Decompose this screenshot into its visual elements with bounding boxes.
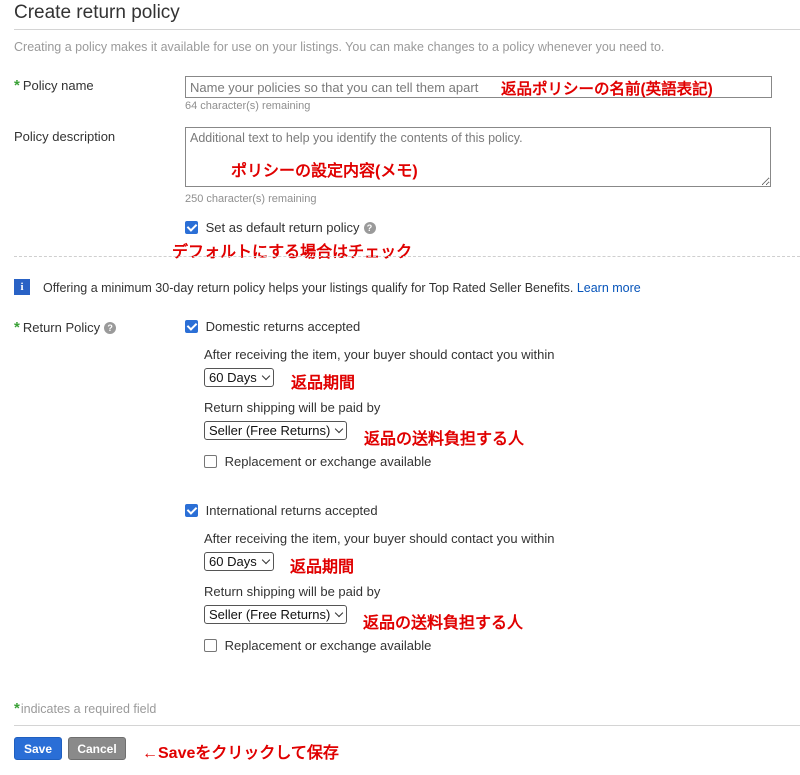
policy-description-annotation: ポリシーの設定内容(メモ) xyxy=(231,163,418,180)
policy-name-remaining: 64 character(s) remaining xyxy=(185,100,311,112)
international-returns-label: International returns accepted xyxy=(205,503,378,518)
policy-description-label: Policy description xyxy=(14,129,116,144)
domestic-replacement-checkbox[interactable] xyxy=(204,455,217,468)
save-button[interactable]: Save xyxy=(14,737,62,760)
question-circle-icon[interactable]: ? xyxy=(104,322,117,334)
international-returns-row[interactable]: International returns accepted xyxy=(185,503,378,518)
page-intro: Creating a policy makes it available for… xyxy=(14,40,665,54)
chevron-down-icon xyxy=(261,371,270,381)
international-days-annotation: 返品期間 xyxy=(290,559,355,576)
chevron-down-icon xyxy=(335,608,344,618)
international-shipping-value: Seller (Free Returns) xyxy=(209,607,331,622)
domestic-replacement-label: Replacement or exchange available xyxy=(224,454,432,469)
save-annotation: ←Saveをクリックして保存 xyxy=(142,745,339,762)
international-returns-checkbox[interactable] xyxy=(185,504,198,517)
info-banner: Offering a minimum 30-day return policy … xyxy=(43,281,641,295)
required-star: * xyxy=(14,77,20,94)
domestic-days-value: 60 Days xyxy=(209,370,257,385)
title-divider xyxy=(14,29,800,30)
international-replacement-row[interactable]: Replacement or exchange available xyxy=(204,638,431,653)
return-policy-label: Return Policy xyxy=(22,320,101,335)
domestic-shipping-select[interactable]: Seller (Free Returns) xyxy=(204,421,348,440)
international-replacement-label: Replacement or exchange available xyxy=(224,638,432,653)
domestic-contact-label: After receiving the item, your buyer sho… xyxy=(204,347,555,362)
domestic-shipping-annotation: 返品の送料負担する人 xyxy=(364,431,525,448)
info-banner-text: Offering a minimum 30-day return policy … xyxy=(43,281,577,295)
domestic-returns-row[interactable]: Domestic returns accepted xyxy=(185,319,360,334)
domestic-days-select[interactable]: 60 Days xyxy=(204,368,274,387)
required-star: * xyxy=(14,319,20,336)
international-shipping-label: Return shipping will be paid by xyxy=(204,584,381,599)
cancel-button[interactable]: Cancel xyxy=(68,737,126,760)
default-policy-row[interactable]: Set as default return policy? xyxy=(185,220,376,235)
international-shipping-annotation: 返品の送料負担する人 xyxy=(363,615,524,632)
policy-name-label-group: * Policy name xyxy=(14,77,94,94)
required-field-text: indicates a required field xyxy=(20,702,157,716)
chevron-down-icon xyxy=(335,424,344,434)
policy-description-remaining: 250 character(s) remaining xyxy=(185,193,317,205)
international-contact-label: After receiving the item, your buyer sho… xyxy=(204,531,555,546)
policy-name-label: Policy name xyxy=(22,78,94,93)
international-days-select[interactable]: 60 Days xyxy=(204,552,274,571)
domestic-days-annotation: 返品期間 xyxy=(291,375,356,392)
default-policy-checkbox[interactable] xyxy=(185,221,198,234)
default-policy-label: Set as default return policy xyxy=(205,220,360,235)
required-field-note: *indicates a required field xyxy=(14,700,156,717)
domestic-replacement-row[interactable]: Replacement or exchange available xyxy=(204,454,431,469)
required-star: * xyxy=(14,700,20,717)
international-replacement-checkbox[interactable] xyxy=(204,639,217,652)
return-policy-label-group: * Return Policy? xyxy=(14,319,117,336)
learn-more-link[interactable]: Learn more xyxy=(577,281,641,295)
domestic-shipping-value: Seller (Free Returns) xyxy=(209,423,331,438)
info-icon: i xyxy=(14,279,30,295)
default-policy-annotation: デフォルトにする場合はチェック xyxy=(172,244,413,261)
international-shipping-select[interactable]: Seller (Free Returns) xyxy=(204,605,348,624)
question-circle-icon[interactable]: ? xyxy=(363,222,376,234)
domestic-returns-label: Domestic returns accepted xyxy=(205,319,361,334)
section-divider xyxy=(14,256,800,257)
page-title: Create return policy xyxy=(14,2,180,23)
footer-divider xyxy=(14,725,800,726)
domestic-shipping-label: Return shipping will be paid by xyxy=(204,400,381,415)
chevron-down-icon xyxy=(261,555,270,565)
policy-name-annotation: 返品ポリシーの名前(英語表記) xyxy=(501,81,713,98)
international-days-value: 60 Days xyxy=(209,554,257,569)
domestic-returns-checkbox[interactable] xyxy=(185,320,198,333)
